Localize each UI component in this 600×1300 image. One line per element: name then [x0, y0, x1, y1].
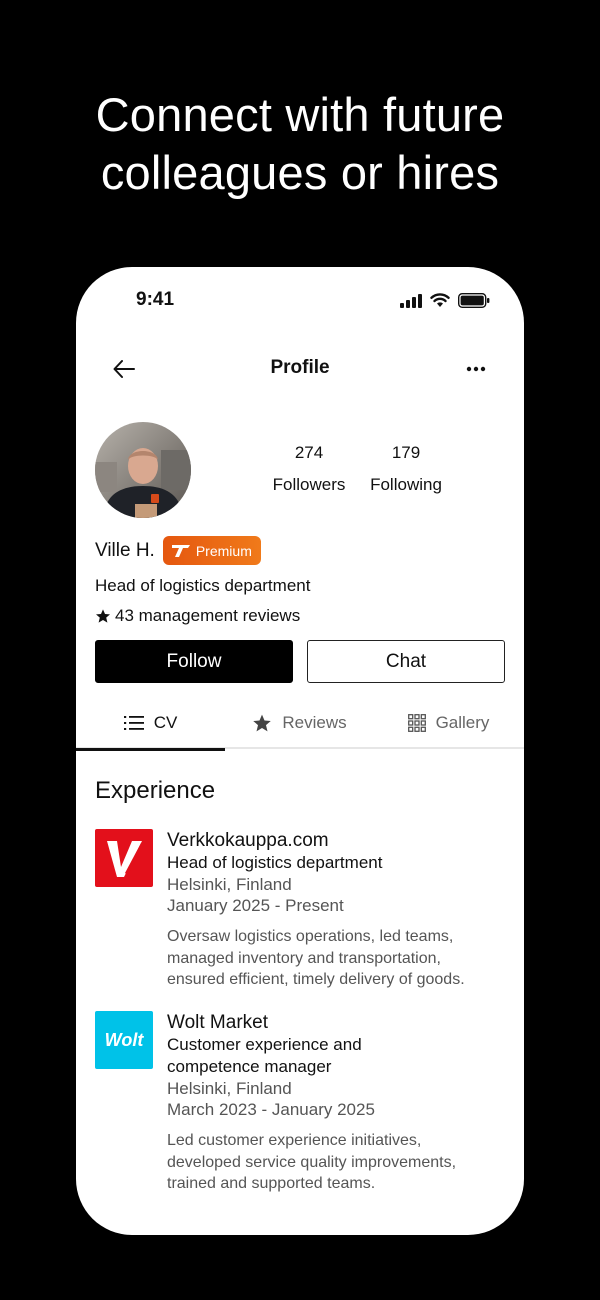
job-role: Head of logistics department: [167, 853, 383, 872]
following-stat[interactable]: 179 Following: [366, 443, 446, 495]
profile-tabs: CV Reviews Gallery: [76, 697, 524, 751]
profile-title: Head of logistics department: [95, 576, 311, 595]
headline-line-2: colleagues or hires: [100, 146, 500, 199]
page-title: Profile: [270, 357, 330, 378]
job-location: Helsinki, Finland: [167, 1079, 292, 1098]
more-icon[interactable]: [462, 355, 490, 383]
chat-button[interactable]: Chat: [307, 640, 505, 683]
grid-icon: [407, 714, 426, 732]
job-role-line-1: Customer experience and: [167, 1035, 362, 1054]
star-icon: [96, 609, 110, 623]
star-icon: [253, 714, 272, 732]
reviews-line[interactable]: 43 management reviews: [95, 606, 300, 626]
followers-label: Followers: [272, 475, 346, 494]
navbar: Profile: [76, 349, 524, 389]
status-icons: [400, 293, 490, 308]
reviews-count: 43 management reviews: [115, 606, 301, 625]
tab-reviews[interactable]: Reviews: [225, 697, 374, 749]
premium-badge: Premium: [162, 536, 261, 565]
tab-reviews-label: Reviews: [282, 713, 347, 732]
tab-gallery[interactable]: Gallery: [374, 697, 523, 749]
signal-icon: [400, 293, 422, 308]
tab-cv[interactable]: CV: [76, 697, 225, 751]
following-label: Following: [370, 475, 442, 494]
following-count: 179: [391, 443, 421, 462]
avatar[interactable]: [95, 422, 191, 518]
tab-cv-label: CV: [153, 713, 178, 732]
status-time: 9:41: [136, 289, 175, 310]
brand-logo-icon: [171, 544, 190, 557]
followers-stat[interactable]: 274 Followers: [269, 443, 349, 495]
list-icon: [123, 716, 144, 730]
company-name: Wolt Market: [167, 1012, 269, 1033]
headline-line-1: Connect with future: [95, 88, 505, 141]
tab-gallery-label: Gallery: [435, 713, 490, 732]
followers-count: 274: [294, 443, 324, 462]
job-description: Oversaw logistics operations, led teams,…: [167, 926, 503, 991]
job-role-line-2: competence manager: [167, 1057, 332, 1076]
job-location: Helsinki, Finland: [167, 875, 292, 894]
phone-frame: 9:41 Profile 274 Followers 179 Following…: [76, 267, 524, 1235]
profile-name: Ville H.: [95, 539, 155, 561]
wolt-logo: Wolt: [95, 1011, 153, 1069]
job-dates: January 2025 - Present: [167, 896, 344, 915]
wifi-icon: [430, 293, 450, 307]
verkkokauppa-logo: [95, 829, 153, 887]
job-description-line: trained and supported teams.: [167, 1175, 376, 1192]
svg-text:Wolt: Wolt: [105, 1030, 145, 1050]
premium-label: Premium: [195, 542, 252, 559]
experience-title: Experience: [95, 777, 216, 804]
job-description-line: managed inventory and transportation,: [167, 949, 441, 967]
status-bar: 9:41: [76, 267, 524, 337]
job-dates: March 2023 - January 2025: [167, 1100, 375, 1119]
follow-button[interactable]: Follow: [95, 640, 293, 683]
company-name: Verkkokauppa.com: [167, 830, 329, 851]
battery-icon: [458, 293, 490, 308]
job-description-line: Led customer experience initiatives,: [167, 1132, 422, 1149]
job-description: Led customer experience initiatives, dev…: [167, 1130, 503, 1195]
headline: Connect with future colleagues or hires: [0, 86, 600, 202]
name-row: Ville H. Premium: [95, 536, 261, 565]
job-description-line: developed service quality improvements,: [167, 1153, 457, 1171]
job-description-line: ensured efficient, timely delivery of go…: [167, 971, 465, 988]
job-description-line: Oversaw logistics operations, led teams,: [167, 928, 454, 945]
